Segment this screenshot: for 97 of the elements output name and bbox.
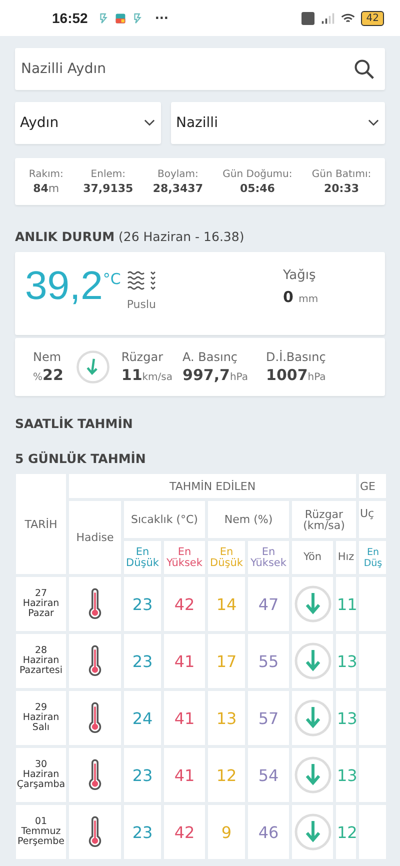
info-value: 84m xyxy=(33,182,60,194)
table-header: En Düşük xyxy=(208,541,245,574)
table-cell: 41 xyxy=(164,748,205,802)
table-cell: 14 xyxy=(208,577,245,631)
wind-direction-icon xyxy=(292,698,332,738)
info-value: 05:46 xyxy=(240,182,275,194)
thermometer-icon xyxy=(88,588,102,620)
wind-direction-icon xyxy=(292,584,332,624)
status-time: 16:52 xyxy=(52,10,88,26)
temperature-value: 39,2 xyxy=(25,263,103,310)
table-cell: 54 xyxy=(248,748,289,802)
app-notification-icon xyxy=(98,12,109,24)
wind-direction-icon xyxy=(75,349,112,385)
app-notification-icon xyxy=(132,12,143,24)
thermometer-icon xyxy=(88,816,102,848)
table-header: Hız xyxy=(336,541,356,574)
more-notifications-text: ··· xyxy=(154,11,168,25)
table-cell: 13 xyxy=(336,691,356,745)
info-value: 20:33 xyxy=(324,182,360,194)
date-cell: 30 Haziran Çarşamba xyxy=(16,748,66,802)
date-cell: 28 Haziran Pazartesi xyxy=(16,634,66,688)
table-cell: 12 xyxy=(336,805,356,859)
table-header: TAHMİN EDİLEN xyxy=(69,474,356,498)
table-header: Sıcaklık (°C) xyxy=(124,501,205,538)
table-cell: 57 xyxy=(248,691,289,745)
table-header: GE xyxy=(359,474,386,498)
detail-value: %22 xyxy=(33,366,64,384)
table-cell: 46 xyxy=(248,805,289,859)
info-label: Boylam: xyxy=(157,168,198,180)
table-cell: 12 xyxy=(208,748,245,802)
battery-indicator: 42 xyxy=(361,10,384,26)
table-cell: 13 xyxy=(336,634,356,688)
section-heading: 5 GÜNLÜK TAHMİN xyxy=(15,451,147,466)
app-notification-icon xyxy=(114,12,126,24)
table-header: Uç xyxy=(359,501,386,538)
date-cell: 01 Temmuz Perşembe xyxy=(16,805,66,859)
detail-value: 11km/sa xyxy=(121,366,173,384)
info-label: Gün Doğumu: xyxy=(222,168,292,180)
table-cell: 42 xyxy=(164,805,205,859)
temperature-unit: °C xyxy=(102,270,121,288)
condition-text: Puslu xyxy=(126,298,158,311)
wind-direction-icon xyxy=(292,755,332,795)
table-cell: 17 xyxy=(208,634,245,688)
wind-direction-icon xyxy=(292,641,332,681)
table-header: Hadise xyxy=(69,501,121,574)
table-cell: 23 xyxy=(124,805,161,859)
info-label: Gün Batımı: xyxy=(312,168,372,180)
table-cell: 41 xyxy=(164,634,205,688)
search-input[interactable]: Nazilli Aydın xyxy=(19,60,353,78)
detail-value: 997,7hPa xyxy=(182,366,248,384)
section-heading: ANLIK DURUM (26 Haziran - 16.38) xyxy=(15,229,246,244)
table-header: TARİH xyxy=(16,474,66,574)
precipitation-label: Yağış xyxy=(283,268,317,283)
table-cell: 23 xyxy=(124,634,161,688)
date-cell: 27 Haziran Pazar xyxy=(16,577,66,631)
table-cell: 9 xyxy=(208,805,245,859)
date-cell: 29 Haziran Salı xyxy=(16,691,66,745)
table-cell: 23 xyxy=(124,577,161,631)
signal-icon xyxy=(321,12,336,24)
table-header: En Düş xyxy=(359,541,386,574)
detail-label: A. Basınç xyxy=(182,350,239,364)
table-cell: 23 xyxy=(124,748,161,802)
info-label: Rakım: xyxy=(28,168,64,180)
section-heading: SAATLİK TAHMİN xyxy=(15,416,134,431)
detail-label: D.İ.Basınç xyxy=(266,350,326,364)
table-header: Nem (%) xyxy=(208,501,289,538)
table-cell: 47 xyxy=(248,577,289,631)
detail-label: Nem xyxy=(33,350,62,364)
table-cell: 55 xyxy=(248,634,289,688)
location-select[interactable]: Aydın xyxy=(15,102,161,144)
info-label: Enlem: xyxy=(90,168,126,180)
location-select[interactable]: Nazilli xyxy=(171,102,385,144)
table-cell: 41 xyxy=(164,691,205,745)
table-cell: 13 xyxy=(208,691,245,745)
table-header: En Yüksek xyxy=(248,541,289,574)
detail-label: Rüzgar xyxy=(121,350,164,364)
info-value: 28,3437 xyxy=(152,182,203,194)
thermometer-icon xyxy=(88,702,102,734)
table-cell: 42 xyxy=(164,577,205,631)
info-value: 37,9135 xyxy=(83,182,134,194)
table-header: Rüzgar (km/sa) xyxy=(292,501,356,538)
precipitation-value: 0 mm xyxy=(283,288,320,306)
table-header: En Düşük xyxy=(124,541,161,574)
table-header: En Yüksek xyxy=(164,541,205,574)
thermometer-icon xyxy=(88,645,102,677)
wind-direction-icon xyxy=(292,812,332,852)
table-cell: 11 xyxy=(336,577,356,631)
caret-icon xyxy=(144,119,155,127)
detail-value: 1007hPa xyxy=(266,366,326,384)
table-cell: 13 xyxy=(336,748,356,802)
wifi-icon xyxy=(341,12,356,24)
caret-icon xyxy=(368,119,379,127)
search-field[interactable]: Nazilli Aydın xyxy=(15,48,385,90)
thermometer-icon xyxy=(88,759,102,791)
search-icon[interactable] xyxy=(353,58,375,80)
table-header: Yön xyxy=(292,541,333,574)
table-cell: 24 xyxy=(124,691,161,745)
